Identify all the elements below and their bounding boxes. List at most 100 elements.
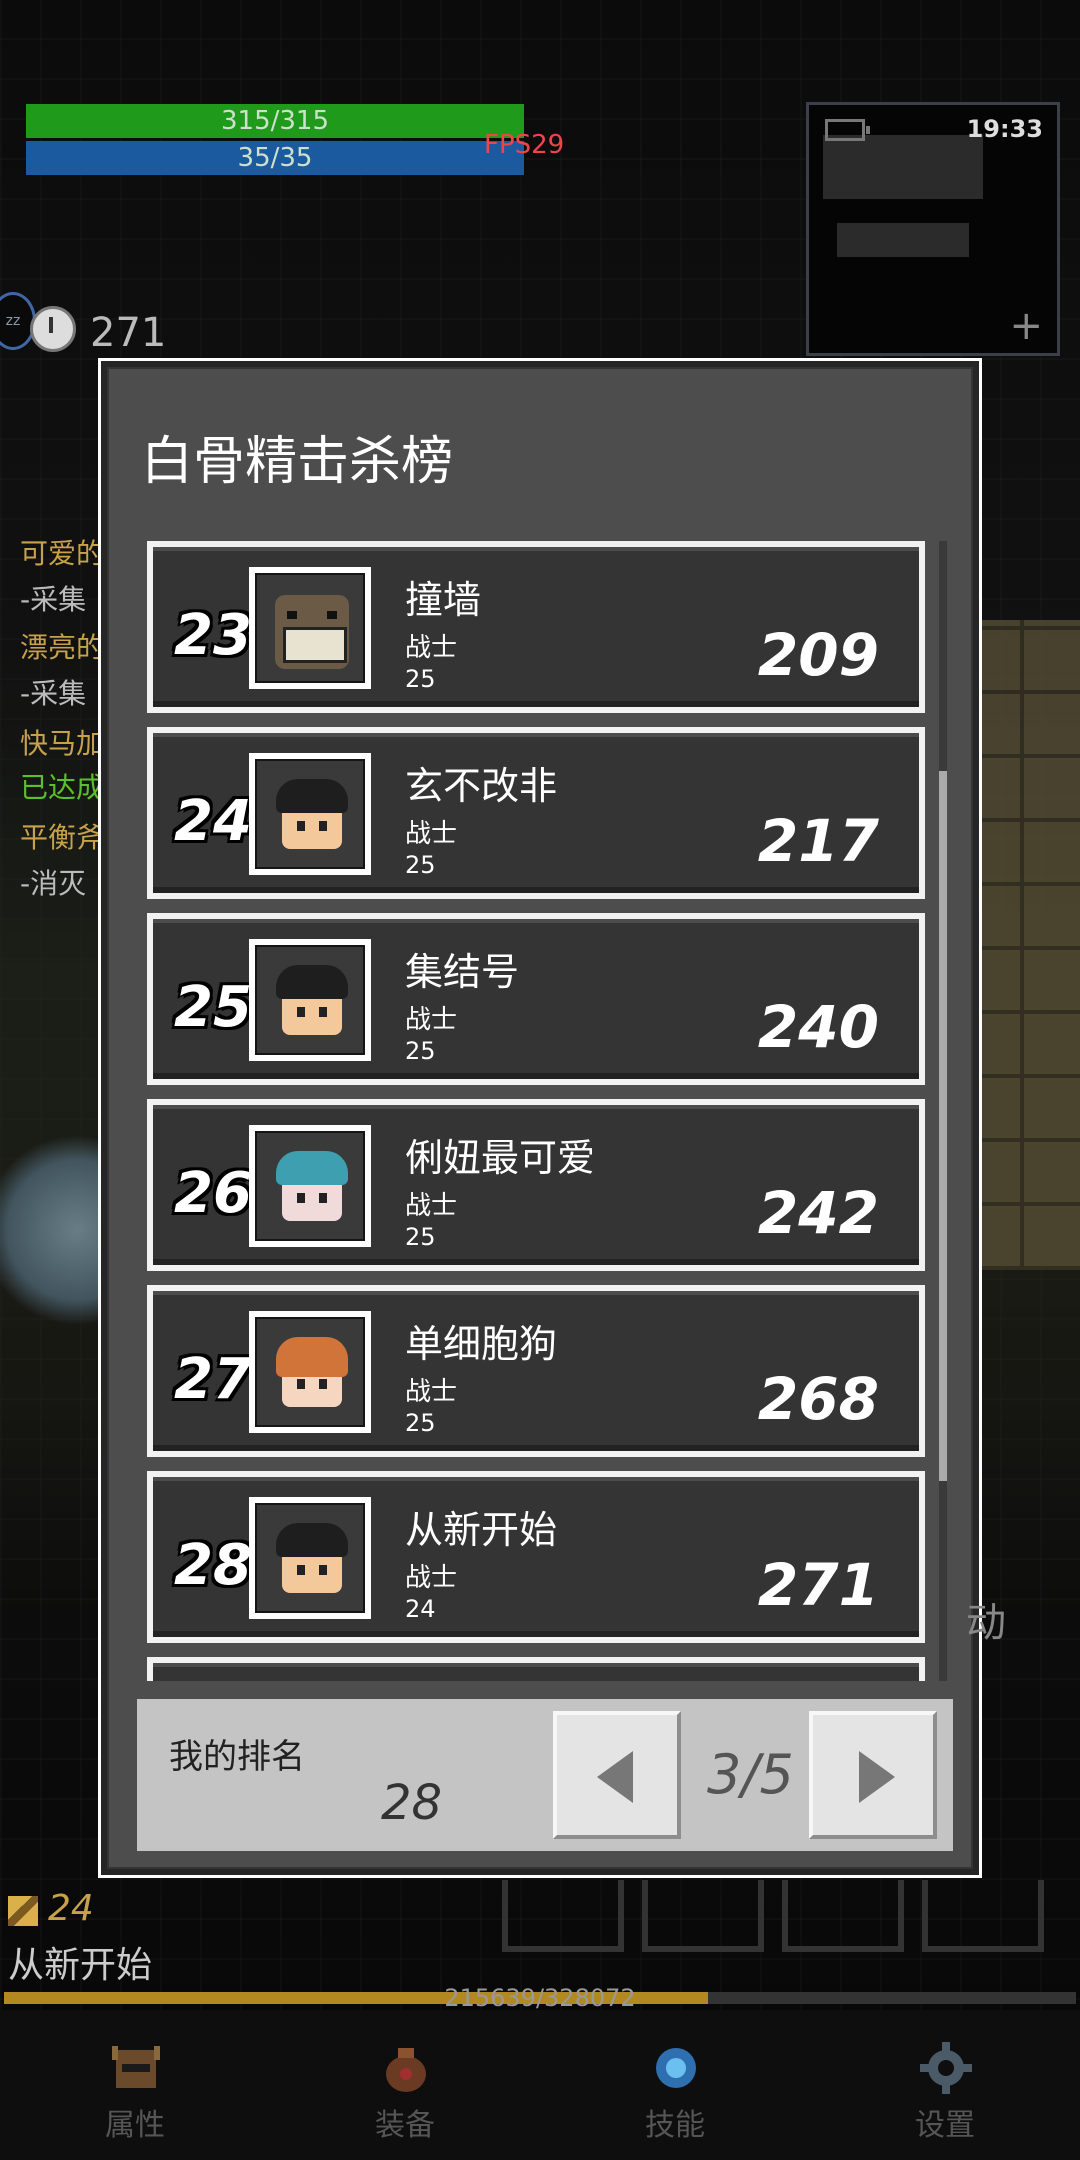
mp-text: 35/35 <box>237 143 313 173</box>
my-rank-value: 28 <box>381 1775 443 1831</box>
row-panel: 28 从新开始 战士 24 271 <box>153 1477 919 1637</box>
hp-bar: 315/315 <box>26 104 524 138</box>
xp-text: 215639/328072 <box>444 1984 636 2012</box>
quick-slot[interactable] <box>782 1880 904 1952</box>
leaderboard-row[interactable] <box>147 1657 925 1681</box>
leaderboard-list[interactable]: 23 撞墙 战士 25 209 24 玄不改非 战士 25 217 25 集结号… <box>137 541 949 1681</box>
avatar-frame <box>249 753 371 875</box>
row-panel: 25 集结号 战士 25 240 <box>153 919 919 1079</box>
quest-title: 漂亮的 <box>20 631 105 664</box>
minimap[interactable]: 19:33 + <box>806 102 1060 356</box>
quest-title: 可爱的 <box>20 537 105 570</box>
player-class: 战士 <box>405 633 458 663</box>
weapon-icon <box>8 1896 38 1926</box>
rank-number: 28 <box>174 1533 252 1598</box>
kill-score: 209 <box>757 621 879 689</box>
quest-detail: 已达成 <box>20 771 105 804</box>
skill-orb-icon <box>656 2048 696 2088</box>
nav-label: 属性 <box>105 2108 165 2143</box>
player-name: 集结号 <box>405 950 520 994</box>
warrior-avatar-icon <box>255 1503 365 1613</box>
battery-icon <box>825 119 870 141</box>
player-class: 战士 <box>405 1377 458 1407</box>
quest-title: 快马加 <box>20 727 105 760</box>
avatar-frame <box>249 1497 371 1619</box>
row-panel: 27 单细胞狗 战士 25 268 <box>153 1291 919 1451</box>
zoom-plus-icon[interactable]: + <box>1009 303 1043 349</box>
leaderboard-row[interactable]: 24 玄不改非 战士 25 217 <box>147 727 925 899</box>
minimap-room <box>823 135 983 199</box>
rank-footer: 我的排名 28 3/5 <box>137 1699 953 1851</box>
rank-number: 25 <box>174 975 252 1040</box>
clock-icon <box>30 306 76 352</box>
turn-counter: 271 <box>90 310 167 356</box>
rank-number: 27 <box>174 1347 252 1412</box>
bag-icon <box>386 2048 426 2092</box>
leaderboard-row[interactable]: 27 单细胞狗 战士 25 268 <box>147 1285 925 1457</box>
player-level: 25 <box>405 1037 436 1065</box>
nav-skills[interactable]: 技能 <box>540 2010 810 2160</box>
player-class: 战士 <box>405 1005 458 1035</box>
rank-number: 24 <box>174 789 252 854</box>
rank-number: 26 <box>174 1161 252 1226</box>
quick-slot[interactable] <box>502 1880 624 1952</box>
row-panel: 23 撞墙 战士 25 209 <box>153 547 919 707</box>
kill-score: 242 <box>757 1179 879 1247</box>
player-level: 25 <box>405 1409 436 1437</box>
row-panel: 26 俐妞最可爱 战士 25 242 <box>153 1105 919 1265</box>
slime-creature <box>0 1130 110 1330</box>
warrior-avatar-icon <box>255 759 365 869</box>
rank-number: 23 <box>174 603 252 668</box>
prev-page-button[interactable] <box>553 1711 681 1839</box>
avatar-frame <box>249 1125 371 1247</box>
leaderboard-row[interactable]: 28 从新开始 战士 24 271 <box>147 1471 925 1643</box>
quest-detail: -采集 <box>20 677 87 710</box>
leaderboard-dialog: 白骨精击杀榜 23 撞墙 战士 25 209 24 玄不改非 战士 25 217… <box>98 358 982 1878</box>
blue-hair-avatar-icon <box>255 1131 365 1241</box>
player-class: 战士 <box>405 1563 458 1593</box>
row-panel: 24 玄不改非 战士 25 217 <box>153 733 919 893</box>
clock-text: 19:33 <box>966 115 1043 143</box>
hero-name: 从新开始 <box>8 1945 153 1986</box>
leaderboard-row[interactable]: 26 俐妞最可爱 战士 25 242 <box>147 1099 925 1271</box>
player-level: 25 <box>405 1223 436 1251</box>
quest-title: 平衡斧 <box>20 821 105 854</box>
quick-slot[interactable] <box>922 1880 1044 1952</box>
nav-attributes[interactable]: 属性 <box>0 2010 270 2160</box>
player-class: 战士 <box>405 1191 458 1221</box>
monster-avatar-icon <box>255 573 365 683</box>
minimap-room <box>837 223 969 257</box>
arrow-right-icon <box>859 1751 895 1803</box>
player-name: 单细胞狗 <box>405 1322 558 1366</box>
leaderboard-row[interactable]: 25 集结号 战士 25 240 <box>147 913 925 1085</box>
kill-score: 271 <box>757 1551 879 1619</box>
player-name: 玄不改非 <box>405 764 558 808</box>
fps-counter: FPS29 <box>484 130 565 160</box>
row-panel <box>153 1663 919 1681</box>
hero-level: 24 <box>48 1888 94 1929</box>
player-name: 从新开始 <box>405 1508 558 1552</box>
leaderboard-row[interactable]: 23 撞墙 战士 25 209 <box>147 541 925 713</box>
next-page-button[interactable] <box>809 1711 937 1839</box>
kill-score: 240 <box>757 993 879 1061</box>
scroll-thumb[interactable] <box>939 771 947 1481</box>
quest-detail: -采集 <box>20 583 87 616</box>
nav-equipment[interactable]: 装备 <box>270 2010 540 2160</box>
player-level: 24 <box>405 1595 436 1623</box>
orange-hair-avatar-icon <box>255 1317 365 1427</box>
player-name: 撞墙 <box>405 578 482 622</box>
nav-label: 技能 <box>645 2108 705 2143</box>
scrollbar[interactable] <box>939 541 947 1681</box>
avatar-frame <box>249 1311 371 1433</box>
quick-slot[interactable] <box>642 1880 764 1952</box>
auto-button[interactable]: 动 <box>966 1590 1006 1648</box>
avatar-frame <box>249 939 371 1061</box>
player-class: 战士 <box>405 819 458 849</box>
nav-settings[interactable]: 设置 <box>810 2010 1080 2160</box>
nav-label: 装备 <box>375 2108 435 2143</box>
helmet-icon <box>112 2046 160 2088</box>
dialog-title: 白骨精击杀榜 <box>141 432 454 492</box>
quest-detail: -消灭 <box>20 867 87 900</box>
player-level: 25 <box>405 851 436 879</box>
nav-label: 设置 <box>915 2108 975 2143</box>
